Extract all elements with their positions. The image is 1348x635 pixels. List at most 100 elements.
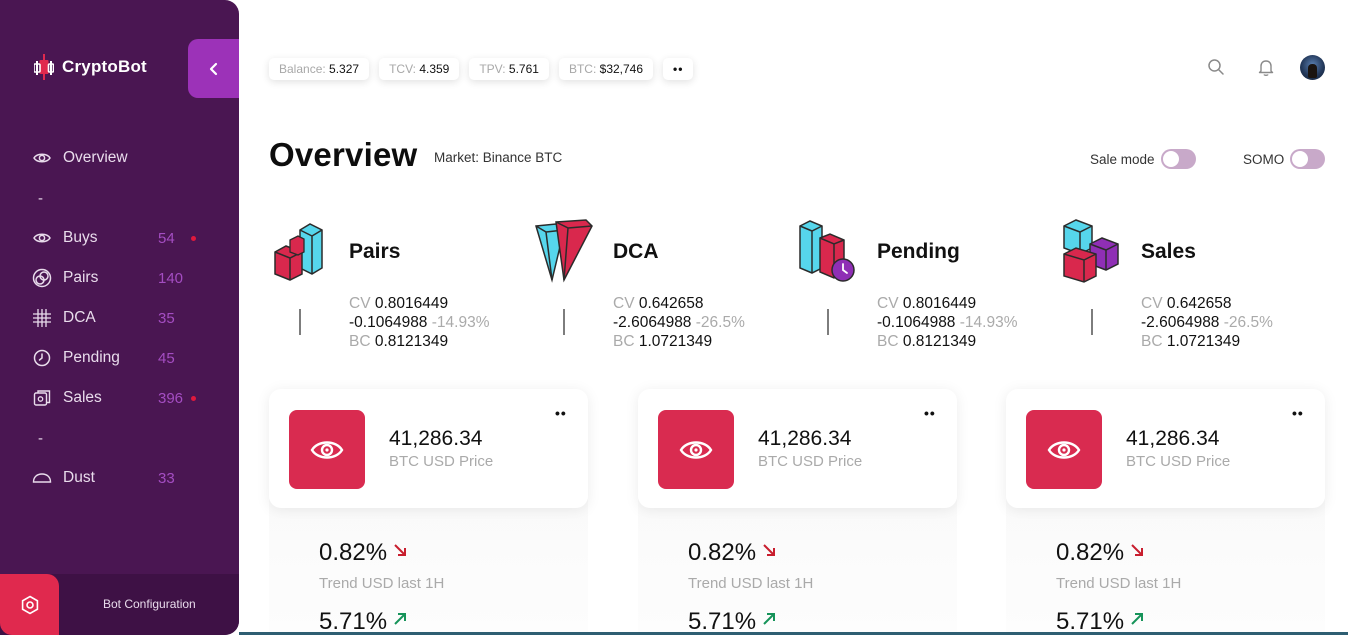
toggle-label: Sale mode bbox=[1090, 151, 1155, 167]
avatar[interactable] bbox=[1300, 55, 1325, 80]
trend-1h-value: 0.82% bbox=[688, 539, 757, 566]
trend-1h-label: Trend USD last 1H bbox=[688, 575, 814, 592]
stat-divider bbox=[1091, 309, 1093, 335]
trend-secondary-value: 5.71% bbox=[319, 608, 388, 635]
trend-1h-label: Trend USD last 1H bbox=[319, 575, 445, 592]
top-actions bbox=[1204, 55, 1278, 79]
trend-secondary: 5.71% bbox=[1056, 608, 1144, 635]
diff-value: -2.6064988 bbox=[613, 314, 692, 331]
card-body bbox=[269, 499, 588, 635]
price-label: BTC USD Price bbox=[758, 453, 863, 470]
sidebar-item-count: 140 bbox=[158, 269, 184, 287]
app-root: CryptoBot Overview - Buys 54 Pairs 140 D… bbox=[0, 0, 1348, 635]
bot-config-label: Bot Configuration bbox=[103, 597, 196, 611]
clock-icon bbox=[32, 348, 52, 368]
alert-dot bbox=[191, 236, 196, 241]
sidebar-item-buys[interactable]: Buys 54 bbox=[32, 218, 212, 258]
price-label: BTC USD Price bbox=[1126, 453, 1231, 470]
diff-percent: -14.93% bbox=[959, 314, 1018, 331]
card-header: 41,286.34 BTC USD Price •• bbox=[638, 389, 957, 508]
pill-key: BTC: bbox=[568, 62, 597, 76]
cv-label: CV bbox=[1141, 295, 1163, 312]
stat-values: CV 0.8016449 -0.1064988 -14.93% BC 0.812… bbox=[877, 294, 1017, 351]
trend-secondary-value: 5.71% bbox=[1056, 608, 1125, 635]
pill-btc: BTC: $32,746 bbox=[558, 58, 654, 80]
nav-separator: - bbox=[38, 429, 43, 447]
stat-title: Pairs bbox=[349, 240, 401, 263]
sidebar-item-label: Dust bbox=[63, 469, 95, 486]
trend-1h-value: 0.82% bbox=[319, 539, 388, 566]
sales-icon bbox=[32, 388, 52, 408]
bc-value: 1.0721349 bbox=[638, 333, 713, 350]
pill-balance: Balance: 5.327 bbox=[269, 58, 370, 80]
stat-title: Sales bbox=[1141, 240, 1196, 263]
stat-divider bbox=[299, 309, 301, 335]
card-header: 41,286.34 BTC USD Price •• bbox=[269, 389, 588, 508]
pill-value: 5.327 bbox=[329, 62, 360, 76]
stat-dca: DCA CV 0.642658 -2.6064988 -26.5% BC 1.0… bbox=[534, 218, 784, 358]
trend-1h: 0.82% bbox=[688, 539, 776, 567]
bc-value: 0.8121349 bbox=[374, 333, 449, 350]
sidebar-item-count: 396 bbox=[158, 389, 184, 407]
diff-percent: -14.93% bbox=[431, 314, 490, 331]
stat-title: Pending bbox=[877, 240, 960, 263]
card-menu-button[interactable]: •• bbox=[924, 405, 936, 421]
card-menu-button[interactable]: •• bbox=[555, 405, 567, 421]
stat-pairs: Pairs CV 0.8016449 -0.1064988 -14.93% BC… bbox=[270, 218, 520, 358]
sidebar-item-dca[interactable]: DCA 35 bbox=[32, 298, 212, 338]
arrow-up-right-icon bbox=[1131, 613, 1144, 625]
stat-divider bbox=[827, 309, 829, 335]
sidebar-item-count: 35 bbox=[158, 309, 175, 327]
sidebar-item-overview[interactable]: Overview bbox=[32, 138, 212, 178]
somo-toggle[interactable] bbox=[1290, 149, 1326, 169]
market-label: Market: Binance BTC bbox=[434, 150, 563, 165]
search-icon[interactable] bbox=[1204, 55, 1228, 79]
pill-tcv: TCV: 4.359 bbox=[379, 58, 460, 80]
card-menu-button[interactable]: •• bbox=[1292, 405, 1304, 421]
sidebar-item-pending[interactable]: Pending 45 bbox=[32, 338, 212, 378]
pending-cubes-clock-icon bbox=[799, 220, 855, 282]
candlestick-logo-icon bbox=[34, 54, 54, 80]
stat-sales: Sales CV 0.642658 -2.6064988 -26.5% BC 1… bbox=[1062, 218, 1312, 358]
sidebar-item-pairs[interactable]: Pairs 140 bbox=[32, 258, 212, 298]
sidebar-item-label: Pairs bbox=[63, 269, 99, 286]
cv-label: CV bbox=[877, 295, 899, 312]
card-eye-badge bbox=[289, 410, 365, 489]
stat-values: CV 0.642658 -2.6064988 -26.5% BC 1.07213… bbox=[613, 294, 745, 351]
collapse-sidebar-button[interactable] bbox=[188, 39, 239, 98]
eye-icon bbox=[32, 228, 52, 248]
bc-label: BC bbox=[613, 333, 635, 350]
price-label: BTC USD Price bbox=[389, 453, 494, 470]
price-value: 41,286.34 bbox=[1126, 427, 1220, 450]
cv-value: 0.642658 bbox=[638, 295, 704, 312]
diff-percent: -26.5% bbox=[695, 314, 745, 331]
card-eye-badge bbox=[1026, 410, 1102, 489]
bot-configuration[interactable]: Bot Configuration bbox=[0, 574, 239, 635]
trend-1h: 0.82% bbox=[319, 539, 407, 567]
app-name: CryptoBot bbox=[62, 57, 147, 76]
logo[interactable]: CryptoBot bbox=[34, 52, 147, 82]
somo-toggle-group: SOMO bbox=[1243, 149, 1326, 169]
trend-secondary: 5.71% bbox=[688, 608, 776, 635]
arrow-up-right-icon bbox=[394, 613, 407, 625]
settings-icon bbox=[21, 595, 38, 614]
cv-value: 0.8016449 bbox=[374, 295, 449, 312]
pill-value: 5.761 bbox=[508, 62, 539, 76]
diff-value: -0.1064988 bbox=[877, 314, 956, 331]
price-card: 41,286.34 BTC USD Price •• 0.82% Trend U… bbox=[269, 389, 588, 635]
sidebar-item-dust[interactable]: Dust 33 bbox=[32, 458, 212, 498]
diff-value: -0.1064988 bbox=[349, 314, 428, 331]
bell-icon[interactable] bbox=[1254, 55, 1278, 79]
summary-pills: Balance: 5.327 TCV: 4.359 TPV: 5.761 BTC… bbox=[269, 58, 703, 80]
cv-value: 0.8016449 bbox=[902, 295, 977, 312]
pill-key: TCV: bbox=[389, 62, 416, 76]
sidebar-item-sales[interactable]: Sales 396 bbox=[32, 378, 212, 418]
trend-1h-label: Trend USD last 1H bbox=[1056, 575, 1182, 592]
sale-mode-toggle[interactable] bbox=[1160, 149, 1196, 169]
diff-value: -2.6064988 bbox=[1141, 314, 1220, 331]
bot-config-button[interactable] bbox=[0, 574, 59, 635]
more-pills-button[interactable]: •• bbox=[663, 58, 694, 80]
bc-label: BC bbox=[877, 333, 899, 350]
diff-percent: -26.5% bbox=[1223, 314, 1273, 331]
cv-label: CV bbox=[349, 295, 371, 312]
